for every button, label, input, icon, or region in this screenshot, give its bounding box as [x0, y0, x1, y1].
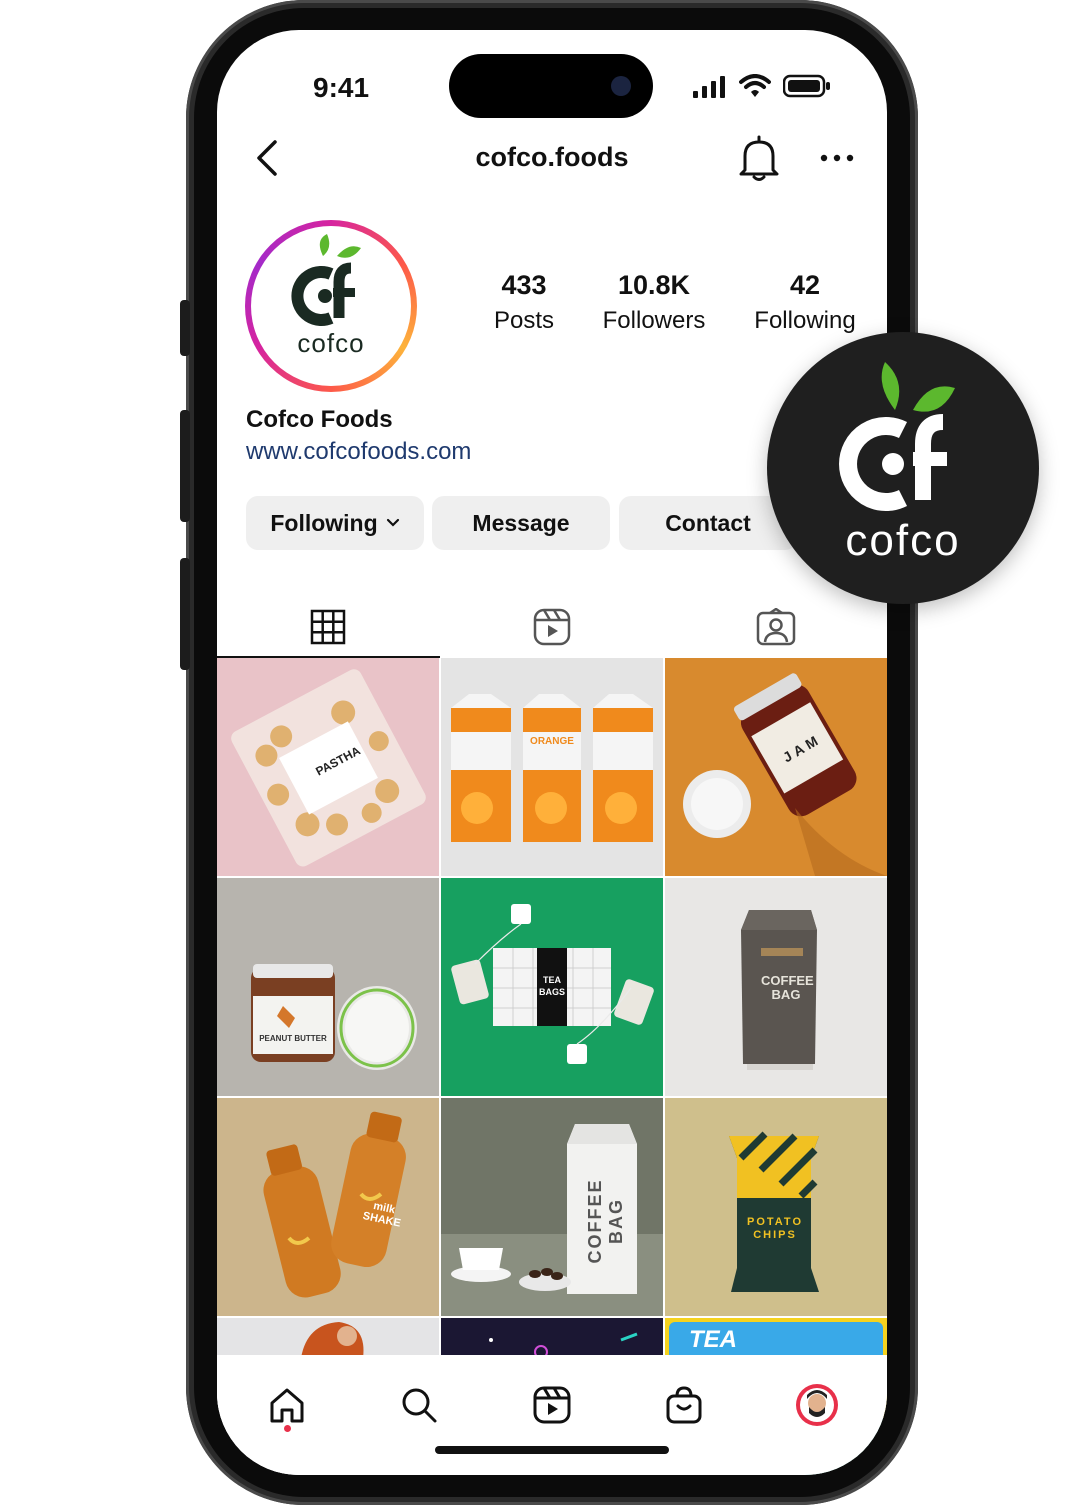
badge-logo-text: cofco: [845, 516, 961, 565]
stat-posts[interactable]: 433 Posts: [473, 270, 575, 335]
stat-following-label: Following: [754, 307, 856, 334]
status-time: 9:41: [313, 72, 370, 103]
message-button[interactable]: Message: [432, 496, 610, 550]
brand-badge: cofco: [767, 332, 1039, 604]
dark-graphic-image: [489, 1332, 638, 1359]
juice-cartons-image: [451, 694, 653, 842]
grid-post-orange-juice[interactable]: ORANGE: [441, 658, 663, 876]
tea-graphic-label: TEA: [689, 1326, 737, 1353]
grid-post-coffee-dark[interactable]: COFFEE BAG: [665, 878, 887, 1096]
stat-followers-value: 10.8K: [617, 270, 691, 300]
message-button-label: Message: [472, 509, 570, 536]
grid-post-jam[interactable]: JAM: [665, 658, 887, 876]
reels-icon: [533, 1386, 571, 1424]
bottom-nav: [217, 1355, 887, 1475]
nav-search[interactable]: [389, 1375, 449, 1435]
shop-icon: [666, 1386, 702, 1424]
avatar-logo-text: cofco: [297, 328, 365, 358]
grid-post-coffee-white[interactable]: COFFEE BAG: [441, 1098, 663, 1316]
tab-posts[interactable]: [217, 598, 439, 656]
stat-followers[interactable]: 10.8K Followers: [591, 270, 717, 335]
phone-volume-up: [180, 410, 190, 522]
phone-mute-switch: [180, 300, 190, 356]
signal-icon: [693, 76, 725, 98]
dynamic-island: [449, 54, 653, 118]
chips-label: POTATO CHIPS: [747, 1216, 803, 1241]
following-button-label: Following: [270, 509, 378, 536]
stat-following[interactable]: 42 Following: [745, 270, 865, 335]
grid-post-chips[interactable]: POTATO CHIPS: [665, 1098, 887, 1316]
grid-post-tea[interactable]: TEA BAGS: [441, 878, 663, 1096]
tea-bags-label: TEA BAGS: [538, 975, 565, 997]
stat-posts-label: Posts: [493, 307, 555, 334]
coffee-white-label: COFFEE BAG: [585, 1178, 626, 1264]
person-image: [301, 1322, 364, 1358]
display-name: Cofco Foods: [246, 406, 393, 433]
search-icon: [402, 1388, 437, 1423]
grid-post-pasta[interactable]: PASTHA: [217, 658, 439, 876]
nav-profile[interactable]: [787, 1375, 847, 1435]
peanut-butter-image: [251, 964, 417, 1070]
nav-reels[interactable]: [522, 1375, 582, 1435]
profile-username: cofco.foods: [475, 142, 629, 172]
tagged-icon: [756, 608, 796, 646]
stat-following-value: 42: [789, 270, 821, 300]
stat-posts-value: 433: [501, 270, 547, 300]
profile-avatar: [796, 1384, 838, 1426]
coffee-dark-label: COFFEE BAG: [761, 973, 814, 1002]
coffee-bag-white-image: [441, 1124, 663, 1316]
nav-shop[interactable]: [654, 1375, 714, 1435]
reels-icon: [533, 608, 571, 646]
grid-post-milk-shake[interactable]: milk SHAKE: [217, 1098, 439, 1316]
more-options-icon[interactable]: [819, 152, 855, 164]
peanut-butter-label: PEANUT BUTTER: [259, 1034, 327, 1043]
wifi-icon: [739, 74, 771, 97]
chevron-down-icon: [386, 518, 399, 527]
phone-volume-down: [180, 558, 190, 670]
orange-label: ORANGE: [530, 736, 574, 747]
posts-grid-icon: [310, 609, 346, 645]
status-icons: [693, 74, 831, 98]
stat-followers-label: Followers: [602, 307, 706, 334]
potato-chips-image: [729, 1131, 819, 1292]
phone-screen: 9:41 cofco.foods cofco 433 Posts 10.8K F…: [217, 30, 887, 1475]
tab-tagged[interactable]: [665, 598, 887, 656]
cofco-logo-icon: [291, 234, 361, 326]
grid-post-peanut-butter[interactable]: PEANUT BUTTER: [217, 878, 439, 1096]
home-indicator: [435, 1446, 669, 1454]
website-link[interactable]: www.cofcofoods.com: [246, 438, 471, 466]
profile-avatar[interactable]: cofco: [245, 220, 417, 392]
tab-reels[interactable]: [441, 598, 663, 656]
home-icon: [270, 1388, 304, 1423]
notification-dot: [284, 1425, 291, 1432]
notification-bell-icon[interactable]: [737, 134, 781, 182]
contact-button-label: Contact: [665, 509, 751, 536]
following-button[interactable]: Following: [246, 496, 424, 550]
battery-icon: [783, 74, 830, 98]
